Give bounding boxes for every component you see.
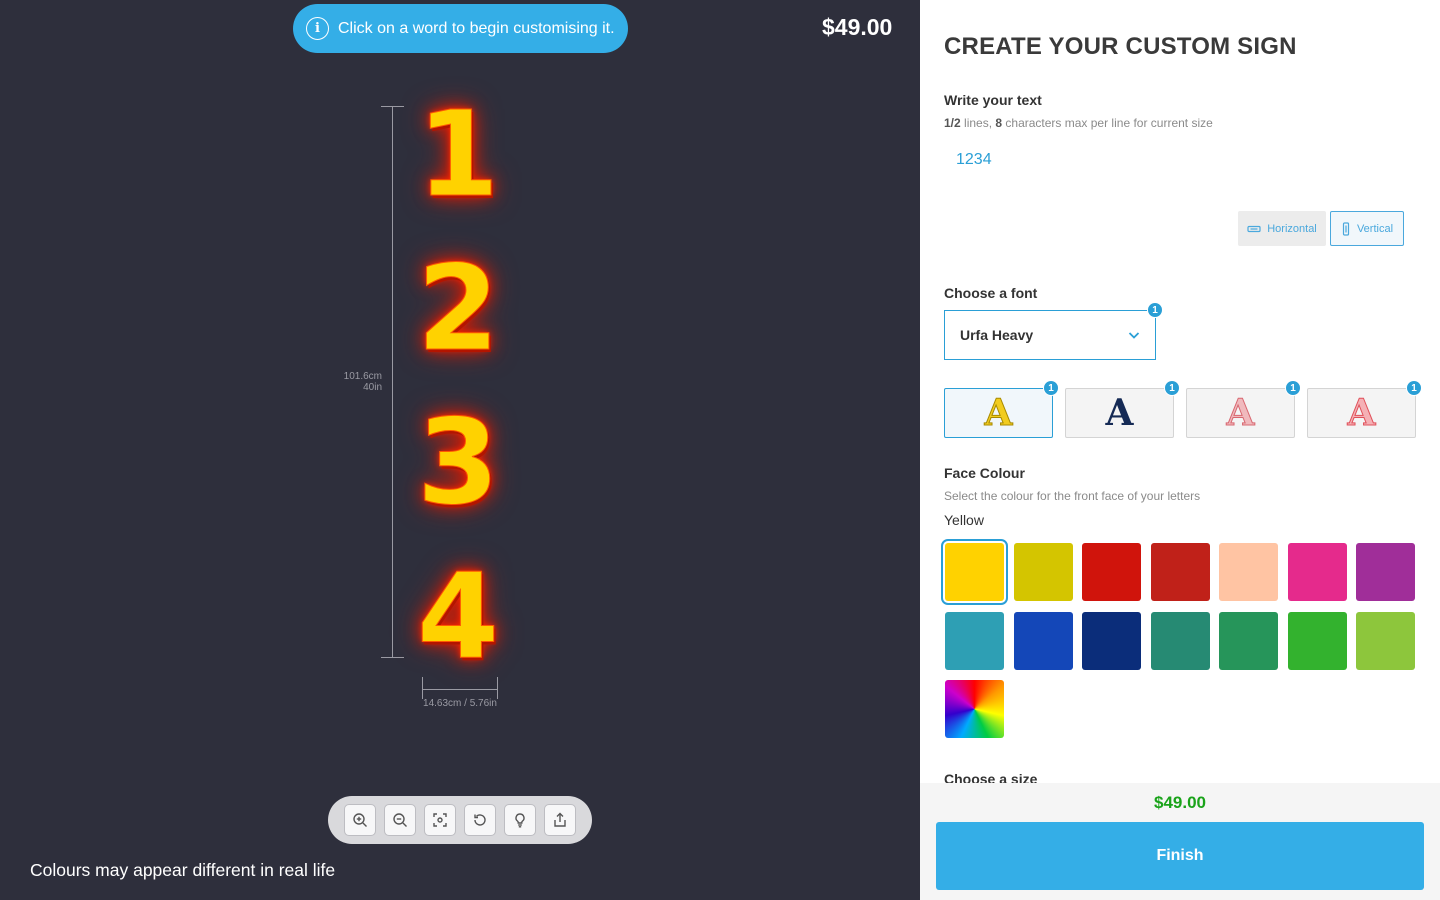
face-colour-label: Face Colour [944, 465, 1025, 481]
colour-swatch[interactable] [945, 611, 1004, 670]
height-dimension-line [392, 107, 393, 658]
hint-text: Click on a word to begin customising it. [338, 19, 615, 37]
horizontal-icon [1247, 225, 1261, 232]
font-selected-value: Urfa Heavy [960, 327, 1034, 343]
focus-icon [433, 813, 447, 827]
style-badge: 1 [1164, 380, 1180, 396]
style-option-2[interactable]: A [1065, 388, 1174, 438]
write-text-label: Write your text [944, 92, 1042, 108]
colour-swatch[interactable] [1013, 543, 1073, 601]
lightbulb-button[interactable] [504, 804, 536, 836]
style-option-1[interactable]: A [944, 388, 1053, 438]
height-cm: 101.6cm [343, 371, 382, 382]
vertical-icon [1342, 221, 1350, 236]
colour-swatch[interactable] [1013, 611, 1073, 670]
page-title: CREATE YOUR CUSTOM SIGN [944, 33, 1297, 60]
colour-swatch[interactable] [1082, 611, 1141, 670]
colour-disclaimer: Colours may appear different in real lif… [30, 860, 336, 880]
customizer-panel: CREATE YOUR CUSTOM SIGN Write your text … [920, 0, 1440, 900]
sign-text-input[interactable]: 1234 [956, 151, 992, 169]
sign-preview-area: i Click on a word to begin customising i… [0, 0, 920, 900]
colour-swatch[interactable] [1287, 611, 1347, 670]
chevron-down-icon [1128, 332, 1140, 339]
colour-swatch[interactable] [941, 539, 1008, 605]
style-badge: 1 [1406, 380, 1422, 396]
share-button[interactable] [544, 804, 576, 836]
style-badge: 1 [1285, 380, 1301, 396]
horizontal-label: Horizontal [1267, 222, 1317, 235]
height-dimension-label: 101.6cm 40in [330, 371, 382, 393]
sign-character[interactable]: 3 [413, 403, 503, 522]
colour-swatch[interactable] [1287, 543, 1347, 601]
vertical-label: Vertical [1356, 222, 1394, 235]
sign-character[interactable]: 4 [413, 557, 503, 676]
style-option-4[interactable]: A [1307, 388, 1416, 438]
colour-swatch[interactable] [1219, 543, 1278, 601]
horizontal-orientation-button[interactable]: Horizontal [1238, 211, 1326, 246]
colour-swatch[interactable] [1219, 611, 1278, 670]
rotate-button[interactable] [464, 804, 496, 836]
width-dimension-tick-right [497, 677, 498, 699]
chars-text: characters max per line for current size [1002, 116, 1213, 130]
focus-button[interactable] [424, 804, 456, 836]
vertical-orientation-button[interactable]: Vertical [1330, 211, 1404, 246]
colour-swatch[interactable] [1356, 611, 1415, 670]
lines-count: 1/2 [944, 116, 961, 130]
sign-character[interactable]: 2 [413, 249, 503, 368]
preview-price: $49.00 [822, 14, 893, 40]
font-label: Choose a font [944, 285, 1038, 301]
face-colour-hint: Select the colour for the front face of … [944, 489, 1201, 503]
zoom-out-button[interactable] [384, 804, 416, 836]
zoom-out-icon [393, 813, 407, 827]
height-in: 40in [363, 382, 382, 393]
width-dimension-label: 14.63cm / 5.76in [423, 698, 497, 709]
height-dimension-tick-bottom [381, 657, 404, 658]
lightbulb-icon [515, 813, 525, 828]
preview-toolbar [328, 796, 592, 844]
lines-text: lines, [960, 116, 996, 130]
zoom-in-button[interactable] [344, 804, 376, 836]
style-glyph: A [984, 392, 1013, 435]
colour-swatch[interactable] [1082, 543, 1141, 601]
zoom-in-icon [353, 813, 367, 827]
write-text-hint: 1/2 lines, 8 characters max per line for… [944, 116, 1213, 130]
style-option-3[interactable]: A [1186, 388, 1295, 438]
sign-character[interactable]: 1 [413, 95, 503, 214]
rotate-icon [474, 814, 486, 826]
selected-colour-name: Yellow [944, 512, 984, 528]
hint-banner: i Click on a word to begin customising i… [293, 4, 628, 53]
width-dimension-tick-left [422, 677, 423, 699]
footer-bar: $49.00 Finish [920, 783, 1440, 900]
style-glyph: A [1105, 392, 1134, 434]
info-icon: i [306, 17, 329, 40]
multicolour-swatch[interactable] [945, 680, 1004, 738]
style-badge: 1 [1043, 380, 1059, 396]
font-select[interactable]: Urfa Heavy [944, 310, 1156, 360]
style-glyph: A [1347, 392, 1376, 435]
font-badge: 1 [1147, 302, 1163, 318]
colour-swatch[interactable] [1150, 611, 1210, 670]
colour-swatch[interactable] [1356, 543, 1415, 601]
height-dimension-tick-top [381, 106, 404, 107]
colour-swatch[interactable] [1150, 543, 1210, 601]
width-dimension-line [422, 689, 498, 690]
footer-price: $49.00 [1154, 793, 1206, 812]
style-glyph: A [1226, 392, 1255, 435]
finish-button[interactable]: Finish [936, 822, 1424, 890]
share-icon [554, 812, 566, 827]
